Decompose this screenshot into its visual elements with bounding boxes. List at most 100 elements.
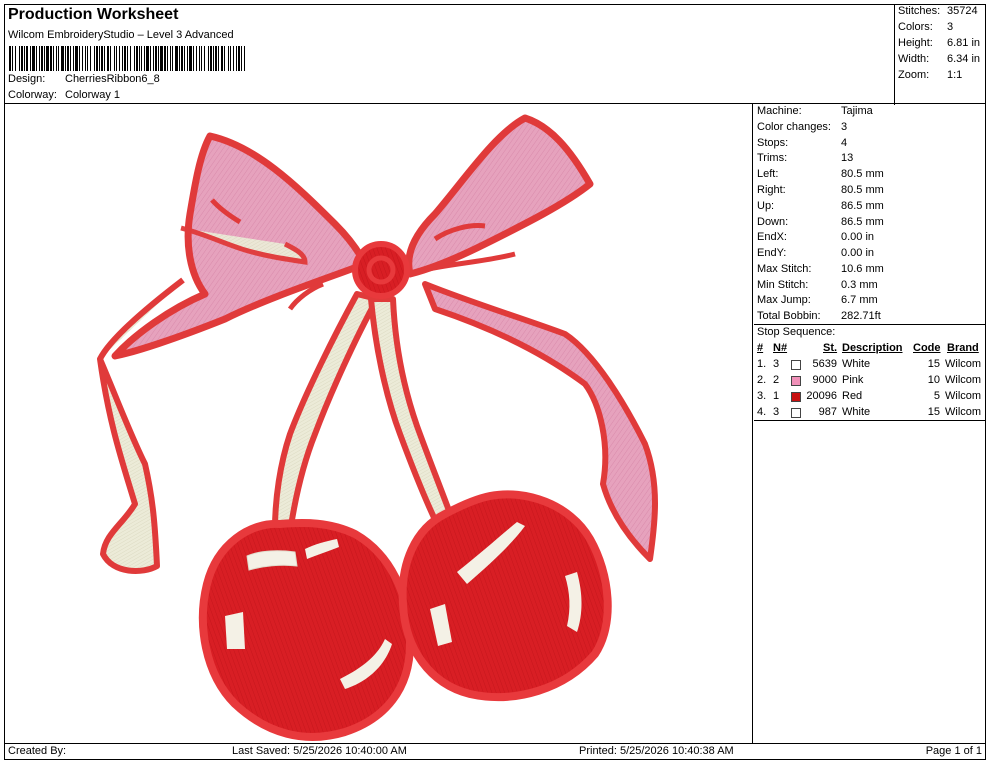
colorway-value: Colorway 1 bbox=[65, 89, 121, 101]
cell-brand: Wilcom bbox=[945, 358, 982, 370]
info-value: 0.3 mm bbox=[841, 279, 878, 291]
cherry-highlight bbox=[225, 612, 245, 649]
table-row: 3. 1 20096 Red 5 Wilcom bbox=[754, 389, 986, 405]
cell-num: 3. bbox=[757, 390, 767, 402]
info-row: Min Stitch: 0.3 mm bbox=[757, 279, 878, 291]
cell-desc: White bbox=[842, 358, 871, 370]
cell-st: 987 bbox=[818, 406, 837, 418]
info-value: 3 bbox=[841, 121, 848, 133]
page-number: Page 1 of 1 bbox=[925, 745, 982, 757]
cell-st: 5639 bbox=[812, 358, 837, 370]
info-row: Up: 86.5 mm bbox=[757, 200, 884, 212]
printed-date: Printed: 5/25/2026 10:40:38 AM bbox=[579, 745, 734, 757]
info-value: 80.5 mm bbox=[841, 184, 884, 196]
stat-stitches: Stitches: 35724 bbox=[898, 5, 978, 17]
software-subtitle: Wilcom EmbroideryStudio – Level 3 Advanc… bbox=[8, 29, 234, 41]
stop-sequence-title: Stop Sequence: bbox=[757, 326, 836, 338]
info-row: Left: 80.5 mm bbox=[757, 168, 884, 180]
stat-zoom: Zoom: 1:1 bbox=[898, 69, 962, 81]
last-saved: Last Saved: 5/25/2026 10:40:00 AM bbox=[232, 745, 407, 757]
worksheet-body: Machine: Tajima Color changes: 3 Stops: 4 T… bbox=[4, 104, 986, 744]
cell-code: 5 bbox=[933, 390, 940, 402]
cell-brand: Wilcom bbox=[945, 374, 982, 386]
stat-label: Zoom: bbox=[898, 69, 930, 81]
info-label: Trims: bbox=[757, 152, 788, 164]
ribbon-wing-right bbox=[405, 114, 594, 278]
cell-desc: White bbox=[842, 406, 871, 418]
cell-n: 2 bbox=[773, 374, 780, 386]
cell-st: 20096 bbox=[806, 390, 837, 402]
info-value: 13 bbox=[841, 152, 854, 164]
col-header-n: N# bbox=[773, 342, 788, 354]
info-label: Up: bbox=[757, 200, 775, 212]
cell-n: 3 bbox=[773, 358, 780, 370]
stats-box: Stitches: 35724 Colors: 3 Height: 6.81 in W… bbox=[894, 4, 987, 105]
stat-label: Width: bbox=[898, 53, 930, 65]
cell-brand: Wilcom bbox=[945, 406, 982, 418]
info-label: Min Stitch: bbox=[757, 279, 809, 291]
info-value: 86.5 mm bbox=[841, 200, 884, 212]
info-value: 6.7 mm bbox=[841, 294, 878, 306]
table-row: 4. 3 987 White 15 Wilcom bbox=[754, 405, 986, 421]
info-label: Right: bbox=[757, 184, 786, 196]
cell-code: 10 bbox=[927, 374, 940, 386]
divider bbox=[754, 420, 986, 421]
stat-value: 35724 bbox=[947, 5, 978, 17]
cell-brand: Wilcom bbox=[945, 390, 982, 402]
info-row: Machine: Tajima bbox=[757, 105, 873, 117]
info-value: 282.71ft bbox=[841, 310, 881, 322]
col-header-desc: Description bbox=[842, 342, 903, 354]
info-value: 0.00 in bbox=[841, 247, 875, 259]
info-label: EndX: bbox=[757, 231, 787, 243]
embroidery-design-image bbox=[97, 114, 658, 741]
color-swatch bbox=[791, 392, 801, 402]
stat-height: Height: 6.81 in bbox=[898, 37, 980, 49]
design-preview bbox=[5, 104, 753, 743]
col-header-code: Code bbox=[913, 342, 941, 354]
cell-num: 4. bbox=[757, 406, 767, 418]
info-row: EndY: 0.00 in bbox=[757, 247, 874, 259]
cell-num: 1. bbox=[757, 358, 767, 370]
barcode bbox=[9, 46, 248, 71]
created-by: Created By: bbox=[8, 745, 67, 757]
info-value: 10.6 mm bbox=[841, 263, 884, 275]
design-row: Design: CherriesRibbon6_8 bbox=[8, 73, 160, 85]
info-label: Total Bobbin: bbox=[757, 310, 821, 322]
info-row: Trims: 13 bbox=[757, 152, 853, 164]
info-row: Max Jump: 6.7 mm bbox=[757, 294, 878, 306]
page-title: Production Worksheet bbox=[8, 6, 179, 23]
stat-value: 6.34 in bbox=[947, 53, 981, 65]
info-label: Color changes: bbox=[757, 121, 831, 133]
table-row: 1. 3 5639 White 15 Wilcom bbox=[754, 357, 986, 373]
cell-st: 9000 bbox=[812, 374, 837, 386]
stat-label: Height: bbox=[898, 37, 933, 49]
info-value: 0.00 in bbox=[841, 231, 875, 243]
stat-width: Width: 6.34 in bbox=[898, 53, 980, 65]
info-row: Stops: 4 bbox=[757, 137, 847, 149]
cell-desc: Pink bbox=[842, 374, 864, 386]
info-label: Stops: bbox=[757, 137, 789, 149]
cell-code: 15 bbox=[927, 358, 940, 370]
design-label: Design: bbox=[8, 73, 46, 85]
info-label: Down: bbox=[757, 216, 789, 228]
cell-desc: Red bbox=[842, 390, 863, 402]
stop-sequence-table: # N# St. Description Code Brand 1. 3 563… bbox=[754, 341, 986, 421]
color-swatch bbox=[791, 360, 801, 370]
cherry-stem-right bbox=[368, 296, 454, 527]
cell-num: 2. bbox=[757, 374, 767, 386]
table-row: 2. 2 9000 Pink 10 Wilcom bbox=[754, 373, 986, 389]
divider bbox=[754, 324, 986, 325]
worksheet-header: Production Worksheet Wilcom EmbroiderySt… bbox=[4, 4, 987, 105]
info-value: 86.5 mm bbox=[841, 216, 884, 228]
stat-label: Stitches: bbox=[898, 5, 941, 17]
col-header-num: # bbox=[757, 342, 764, 354]
info-row: Max Stitch: 10.6 mm bbox=[757, 263, 884, 275]
info-label: Max Jump: bbox=[757, 294, 811, 306]
info-value: Tajima bbox=[841, 105, 873, 117]
color-swatch bbox=[791, 408, 801, 418]
colorway-row: Colorway: Colorway 1 bbox=[8, 89, 120, 101]
col-header-st: St. bbox=[823, 342, 838, 354]
col-header-brand: Brand bbox=[947, 342, 979, 354]
stat-value: 3 bbox=[947, 21, 954, 33]
table-header: # N# St. Description Code Brand bbox=[754, 341, 986, 357]
